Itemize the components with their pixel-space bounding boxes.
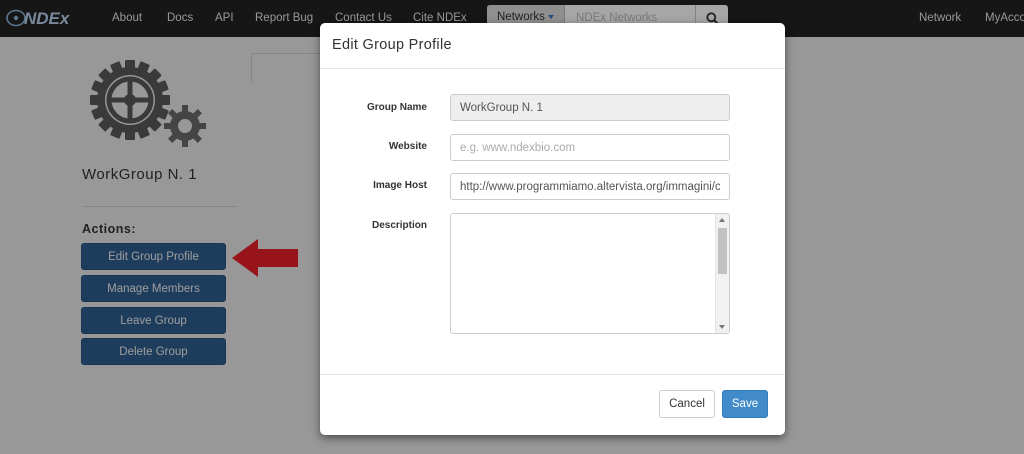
image-host-field[interactable] xyxy=(450,173,730,200)
scroll-down-icon[interactable] xyxy=(719,325,725,329)
website-label: Website xyxy=(388,141,427,152)
description-scrollbar[interactable] xyxy=(715,214,729,333)
description-wrapper xyxy=(450,213,730,334)
group-name-field[interactable] xyxy=(450,94,730,121)
scroll-thumb[interactable] xyxy=(718,228,727,274)
modal-title: Edit Group Profile xyxy=(332,37,452,53)
group-name-label: Group Name xyxy=(366,102,427,113)
save-button[interactable]: Save xyxy=(722,390,768,418)
edit-group-profile-dialog: Edit Group Profile Group Name Website Im… xyxy=(320,23,785,435)
scroll-up-icon[interactable] xyxy=(719,218,725,222)
description-field[interactable] xyxy=(451,214,716,333)
modal-header: Edit Group Profile xyxy=(320,23,785,69)
website-field[interactable] xyxy=(450,134,730,161)
modal-footer-divider xyxy=(320,374,785,375)
description-label: Description xyxy=(371,220,427,231)
image-host-label: Image Host xyxy=(373,180,427,191)
cancel-button[interactable]: Cancel xyxy=(659,390,715,418)
